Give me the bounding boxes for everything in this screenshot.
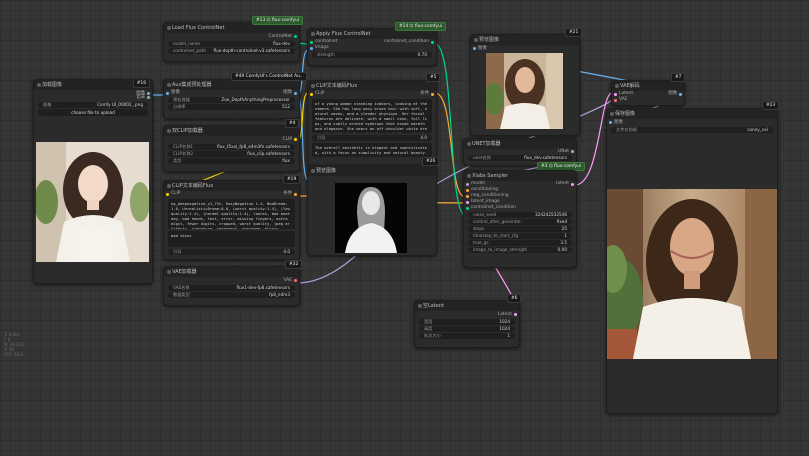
image-select[interactable]: 图像 Comfy UI_00002_.png bbox=[38, 102, 148, 108]
clip-name-1-select[interactable]: CLIP名称1 flux_t5xxl_fp8_e4m3fn.safetensors bbox=[168, 144, 295, 150]
node-title: 保存图像 bbox=[607, 109, 777, 119]
vae-name-select[interactable]: VAE名称 flux1-dev-fp8.safetensors bbox=[168, 285, 295, 291]
resolution-input[interactable]: 分辨率 512 bbox=[168, 104, 295, 110]
output-mask[interactable]: 遮罩 bbox=[34, 94, 152, 101]
save-image-node[interactable]: 保存图像 图像 文件名前缀 canny_xxi bbox=[606, 108, 778, 414]
loaded-image-preview bbox=[36, 142, 149, 262]
node-title: 预览图像 bbox=[471, 35, 579, 45]
image-to-image-strength-input[interactable]: image_to_image_strength 0.00 bbox=[468, 247, 572, 253]
output-unet[interactable]: UNet bbox=[464, 149, 576, 154]
control-after-generate-select[interactable]: control_after_generate fixed bbox=[468, 219, 572, 225]
node-title: 空Latent bbox=[415, 301, 519, 311]
guidance-input[interactable]: 引导 4.0 bbox=[312, 135, 432, 141]
input-image[interactable]: image bbox=[308, 45, 436, 51]
batch-size-input[interactable]: 批次大小 1 bbox=[419, 333, 515, 339]
input-image[interactable]: 图像 bbox=[607, 119, 777, 126]
xlabs-sampler-node[interactable]: Xlabs Sampler model latent conditioning … bbox=[463, 170, 577, 268]
input-image[interactable]: 图像 bbox=[471, 45, 579, 52]
node-title: Xlabs Sampler bbox=[464, 171, 576, 181]
node-id-badge: #5 bbox=[426, 73, 441, 82]
node-title: VAE加载器 bbox=[164, 267, 299, 277]
clip-text-encode-positive-node[interactable]: CLIP文本编码Flux CLIP 条件 of a young woman st… bbox=[307, 80, 437, 166]
clip-l-textarea[interactable]: ng_deepnegative_v1_75t, EasyNegative 1.4… bbox=[168, 199, 295, 229]
node-id-badge: #13 ⌬ flux-comfyui bbox=[252, 16, 304, 25]
output-vae[interactable]: VAE bbox=[164, 277, 299, 284]
input-clip[interactable]: CLIP 条件 bbox=[164, 191, 299, 197]
output-controlnet[interactable]: ControlNet bbox=[164, 33, 299, 40]
preprocessor-select[interactable]: 预处理器 Zoe_DepthAnythingPreprocessor bbox=[168, 97, 295, 103]
type-select[interactable]: 类型 flux bbox=[168, 158, 295, 164]
steps-input[interactable]: steps 25 bbox=[468, 226, 572, 232]
unet-name-select[interactable]: unet名称 flux_dev.safetensors bbox=[468, 155, 572, 161]
input-vae[interactable]: VAE bbox=[612, 97, 684, 103]
link-pos-to-sampler bbox=[434, 92, 466, 198]
canvas-stats: T: 0.00s I: 0 N: 16 [16] V: 46 FPS: 58.8 bbox=[4, 332, 25, 357]
input-image[interactable]: 图像 图像 bbox=[164, 90, 299, 96]
clip-text-encode-negative-node[interactable]: CLIP文本编码Flux CLIP 条件 ng_deepnegative_v1_… bbox=[163, 180, 300, 260]
node-id-badge: #19 bbox=[283, 175, 301, 184]
node-id-badge: #7 bbox=[671, 73, 686, 82]
height-input[interactable]: 高度 1024 bbox=[419, 326, 515, 332]
vae-loader-node[interactable]: VAE加载器 VAE VAE名称 flux1-dev-fp8.safetensor… bbox=[163, 266, 300, 306]
node-id-badge: #23 bbox=[762, 101, 780, 110]
timestep-to-start-cfg-input[interactable]: timestep_to_start_cfg 1 bbox=[468, 233, 572, 239]
upload-button[interactable]: choose file to upload bbox=[38, 109, 148, 116]
clip-l-textarea[interactable]: of a young woman standing indoors, looki… bbox=[312, 99, 432, 133]
node-title: 双CLIP加载器 bbox=[164, 126, 299, 136]
saved-image-preview bbox=[607, 189, 777, 359]
node-title: UNET加载器 bbox=[464, 139, 576, 149]
input-clip[interactable]: CLIP 条件 bbox=[308, 91, 436, 97]
load-flux-controlnet-node[interactable]: Load Flux ControlNet ControlNet model_na… bbox=[163, 22, 300, 62]
node-id-badge: #32 bbox=[285, 260, 303, 269]
t5xxl-textarea[interactable]: The overall aesthetic is elegant and sop… bbox=[312, 143, 432, 157]
load-image-node[interactable]: 加载图像 图像 遮罩 图像 Comfy UI_00002_.png choose… bbox=[33, 79, 153, 284]
node-id-badge: #6 bbox=[507, 294, 522, 303]
node-id-badge: #21 bbox=[565, 28, 583, 37]
node-title: CLIP文本编码Flux bbox=[164, 181, 299, 191]
dual-clip-loader-node[interactable]: 双CLIP加载器 CLIP CLIP名称1 flux_t5xxl_fp8_e4m3… bbox=[163, 125, 300, 172]
true-gs-input[interactable]: true_gs 3.5 bbox=[468, 240, 572, 246]
model-name-select[interactable]: model_name flux-dev bbox=[168, 41, 295, 47]
input-controlnet-condition[interactable]: controlnet_condition bbox=[464, 205, 576, 211]
depth-map-preview bbox=[335, 183, 407, 253]
filename-prefix-input[interactable]: 文件名前缀 canny_xxi bbox=[611, 127, 773, 133]
clip-name-2-select[interactable]: CLIP名称2 flux_clip.safetensors bbox=[168, 151, 295, 157]
width-input[interactable]: 宽度 1024 bbox=[419, 319, 515, 325]
empty-latent-node[interactable]: 空Latent Latent 宽度 1024 高度 1024 批次大小 1 bbox=[414, 300, 520, 348]
node-id-badge: #49 ComfyUI's ControlNet Au.. bbox=[231, 72, 307, 81]
controlnet-path-select[interactable]: controlnet_path flux-depth-controlnet-v3.… bbox=[168, 48, 295, 54]
node-title: Aux集成预处理器 bbox=[164, 80, 299, 90]
node-title: VAE解码 bbox=[612, 81, 684, 91]
dtype-select[interactable]: 数据类型 fp8_e4m3 bbox=[168, 292, 295, 298]
generated-image-preview bbox=[486, 53, 563, 129]
t5xxl-textarea[interactable]: bad skins bbox=[168, 231, 295, 247]
apply-flux-controlnet-node[interactable]: Apply Flux ControlNet controlnet control… bbox=[307, 28, 437, 66]
strength-slider[interactable]: strength 0.70 bbox=[312, 52, 432, 58]
output-latent[interactable]: Latent bbox=[415, 311, 519, 318]
guidance-input[interactable]: 引导 4.0 bbox=[168, 249, 295, 255]
node-title: 预览图像 bbox=[308, 166, 436, 176]
preview-image-top-node[interactable]: 预览图像 图像 bbox=[470, 34, 580, 136]
aux-preprocessor-node[interactable]: Aux集成预处理器 图像 图像 预处理器 Zoe_DepthAnythingPre… bbox=[163, 79, 300, 119]
node-id-badge: #26 bbox=[422, 157, 440, 166]
vae-decode-node[interactable]: VAE解码 Latent 图像 VAE bbox=[611, 80, 685, 106]
link-apply-to-sampler bbox=[434, 43, 466, 216]
preview-depth-node[interactable]: 预览图像 bbox=[307, 165, 437, 256]
node-id-badge: #4 bbox=[285, 119, 300, 128]
node-title: CLIP文本编码Flux bbox=[308, 81, 436, 91]
noise-seed-input[interactable]: noise_seed 324242532546 bbox=[468, 212, 572, 218]
output-clip[interactable]: CLIP bbox=[164, 136, 299, 143]
node-id-badge: #14 ⌬ flux-comfyui bbox=[395, 22, 447, 31]
node-id-badge: #16 bbox=[132, 80, 150, 88]
